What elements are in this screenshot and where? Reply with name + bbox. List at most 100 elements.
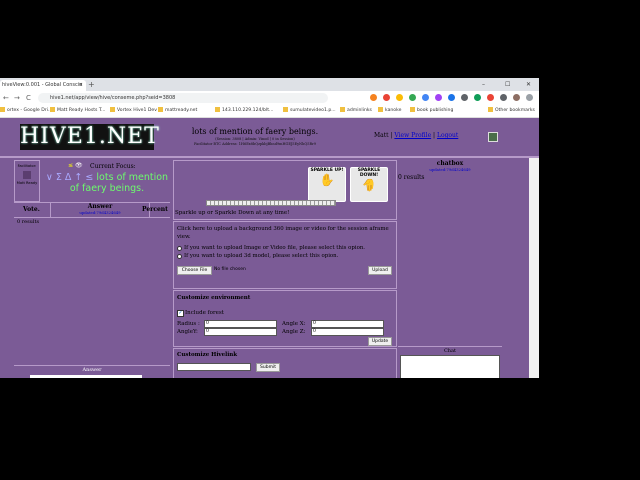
extension-icon[interactable] bbox=[396, 94, 403, 101]
submit-button[interactable]: Submit bbox=[256, 363, 280, 372]
session-info: (Session: 3808 | Admin: Vinod | 0 in Ses… bbox=[215, 137, 295, 141]
include-forest-checkbox[interactable]: ✓ bbox=[177, 310, 184, 317]
upload-button[interactable]: Upload bbox=[368, 266, 392, 275]
site-header: HIVE1.NET lots of mention of faery being… bbox=[0, 118, 539, 158]
background-upload-text[interactable]: Click here to upload a background 360 im… bbox=[177, 225, 392, 241]
tab-title: hiveView:0.001 - Global Conscio bbox=[2, 82, 83, 88]
bookmark-item[interactable]: kanoke bbox=[378, 105, 401, 117]
extension-icon[interactable] bbox=[474, 94, 481, 101]
folder-icon bbox=[488, 107, 493, 112]
browser-tab[interactable]: hiveView:0.001 - Global Conscio × bbox=[0, 80, 86, 91]
vote-table-header: Vote. Answer updated:79d4324649 Percent bbox=[14, 202, 170, 218]
folder-icon bbox=[340, 107, 345, 112]
extension-icon[interactable] bbox=[461, 94, 468, 101]
chat-results: 0 results bbox=[398, 174, 425, 181]
minimize-button[interactable]: – bbox=[482, 78, 485, 91]
choose-file-button[interactable]: Choose File bbox=[177, 266, 212, 275]
forward-button[interactable]: → bbox=[14, 92, 20, 104]
angle-z-input[interactable]: 0 bbox=[311, 328, 384, 336]
radius-input[interactable]: 0 bbox=[204, 320, 277, 328]
sparkle-progress-bar bbox=[206, 200, 336, 206]
sparkle-down-button[interactable]: SPARKLE DOWN! ✋ bbox=[350, 167, 388, 202]
answer-header-label: Answer bbox=[87, 203, 113, 210]
image-video-radio[interactable] bbox=[177, 246, 182, 251]
view-profile-link[interactable]: View Profile bbox=[394, 132, 431, 139]
environment-title: Customize environment bbox=[177, 295, 251, 301]
folder-icon bbox=[158, 107, 163, 112]
folder-icon bbox=[50, 107, 55, 112]
angle-x-label: Angle X: bbox=[282, 321, 306, 327]
chat-input[interactable] bbox=[400, 355, 500, 378]
bookmark-item[interactable]: Other bookmarks bbox=[488, 105, 535, 117]
answer-input[interactable] bbox=[30, 375, 142, 378]
folder-icon bbox=[378, 107, 383, 112]
model-3d-radio-label: If you want to upload 3d model, please s… bbox=[184, 253, 339, 259]
left-column: Facilitator: Matt Ready ≤ 👁 Current Focu… bbox=[14, 160, 170, 378]
include-forest-label: Include forest bbox=[185, 310, 224, 316]
site-logo[interactable]: HIVE1.NET bbox=[20, 124, 159, 150]
facilitator-box: Facilitator: Matt Ready bbox=[14, 160, 40, 202]
answers-results: 0 results bbox=[17, 219, 40, 225]
hivelink-title: Customize Hivelink bbox=[177, 352, 238, 358]
focus-symbols: ∨ Σ Δ ↑ ≤ bbox=[45, 172, 94, 183]
logout-link[interactable]: Logout bbox=[437, 132, 458, 139]
bookmark-item[interactable]: mattready.net bbox=[158, 105, 197, 117]
scrollbar[interactable] bbox=[529, 158, 539, 378]
back-button[interactable]: ← bbox=[3, 92, 9, 104]
avatar[interactable] bbox=[513, 94, 520, 101]
vote-header: Vote. bbox=[23, 206, 40, 213]
bookmark-item[interactable]: book publishing bbox=[410, 105, 453, 117]
answer-updated-link[interactable]: updated:79d4324649 bbox=[51, 210, 149, 215]
hivelink-input[interactable] bbox=[177, 363, 251, 371]
bookmark-item[interactable]: ortex - Google Dri... bbox=[0, 105, 52, 117]
hand-down-icon: ✋ bbox=[361, 178, 377, 192]
settings-icon[interactable] bbox=[488, 132, 498, 142]
middle-column: SPARKLE UP! ✋ SPARKLE DOWN! ✋ Sparkle up… bbox=[173, 160, 397, 378]
angle-x-input[interactable]: 0 bbox=[311, 320, 384, 328]
web-page: HIVE1.NET lots of mention of faery being… bbox=[0, 118, 539, 378]
browser-window: hiveView:0.001 - Global Conscio × + – ☐ … bbox=[0, 78, 539, 378]
hivelink-panel: Customize Hivelink Submit bbox=[173, 348, 397, 378]
sparkle-panel: SPARKLE UP! ✋ SPARKLE DOWN! ✋ Sparkle up… bbox=[173, 160, 397, 220]
bookmark-item[interactable]: Matt Ready Hosts T... bbox=[50, 105, 106, 117]
sparkle-instructions: Sparkle up or Sparkle Down at any time! bbox=[175, 210, 290, 216]
menu-icon[interactable] bbox=[526, 94, 533, 101]
radius-label: Radius : bbox=[177, 321, 200, 327]
reload-button[interactable]: C bbox=[26, 92, 31, 104]
extension-icon[interactable] bbox=[383, 94, 390, 101]
angle-y-input[interactable]: 0 bbox=[204, 328, 277, 336]
hive-title: lots of mention of faery beings. bbox=[191, 127, 319, 136]
extension-icon[interactable] bbox=[500, 94, 507, 101]
sparkle-up-button[interactable]: SPARKLE UP! ✋ bbox=[308, 167, 346, 202]
extension-icon[interactable] bbox=[422, 94, 429, 101]
bookmark-item[interactable]: sumulatevideo1.p... bbox=[283, 105, 336, 117]
chat-updated-link[interactable]: updated:79d4324649 bbox=[398, 167, 502, 172]
bookmark-item[interactable]: 143.110.229.124/blt... bbox=[215, 105, 273, 117]
facilitator-name: Matt Ready bbox=[16, 181, 38, 185]
folder-icon bbox=[215, 107, 220, 112]
image-video-radio-label: If you want to upload Image or Video fil… bbox=[184, 245, 366, 251]
update-button[interactable]: Update bbox=[368, 337, 392, 346]
extension-icon[interactable] bbox=[435, 94, 442, 101]
model-3d-radio[interactable] bbox=[177, 254, 182, 259]
url-bar[interactable]: hive1.net/app/view/hive/conseme.php?seid… bbox=[38, 93, 328, 103]
folder-icon bbox=[0, 107, 5, 112]
current-focus: ≤ 👁 Current Focus: ∨ Σ Δ ↑ ≤ lots of men… bbox=[40, 160, 170, 200]
avatar bbox=[23, 171, 31, 179]
extension-icon[interactable] bbox=[409, 94, 416, 101]
address-toolbar: ← → C hive1.net/app/view/hive/conseme.ph… bbox=[0, 91, 539, 106]
bookmark-item[interactable]: Vortex Hive1 Dev bbox=[110, 105, 157, 117]
bookmark-item[interactable]: adminlinks bbox=[340, 105, 372, 117]
new-tab-button[interactable]: + bbox=[88, 80, 95, 90]
close-window-button[interactable]: ✕ bbox=[526, 78, 531, 91]
current-focus-label: Current Focus: bbox=[90, 163, 136, 170]
extension-icon[interactable] bbox=[487, 94, 494, 101]
answer-footer: Answer bbox=[14, 365, 170, 375]
background-upload-panel: Click here to upload a background 360 im… bbox=[173, 221, 397, 289]
maximize-button[interactable]: ☐ bbox=[505, 78, 510, 91]
tab-close-icon[interactable]: × bbox=[79, 80, 83, 91]
extension-icon[interactable] bbox=[370, 94, 377, 101]
chatbox-title: chatbox bbox=[436, 160, 464, 167]
extension-icon[interactable] bbox=[448, 94, 455, 101]
environment-panel: Customize environment ✓ Include forest R… bbox=[173, 290, 397, 347]
